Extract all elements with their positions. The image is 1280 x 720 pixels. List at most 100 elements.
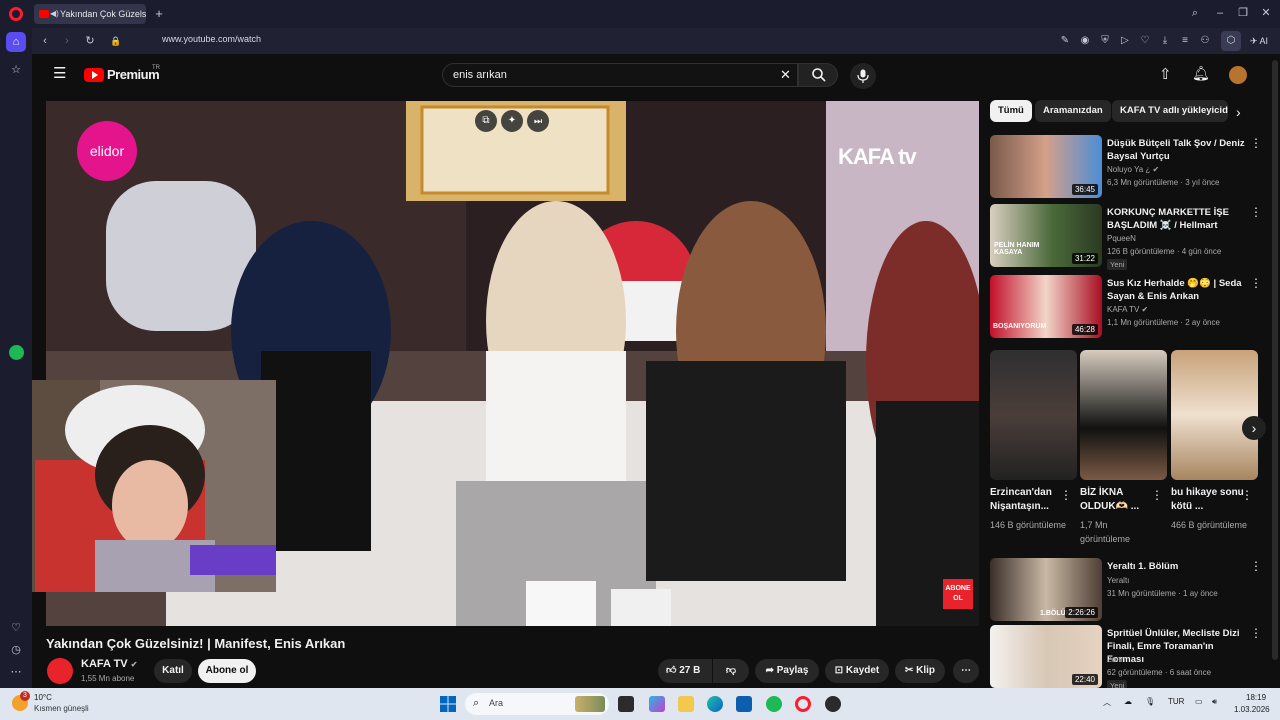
more-dots-icon[interactable]: ⋯: [9, 665, 23, 679]
spotify-icon[interactable]: [9, 345, 24, 360]
list-item[interactable]: 1.BÖLÜM 2:26:26 Yeraltı 1. Bölüm Yeraltı …: [990, 558, 1280, 622]
account-avatar[interactable]: [1229, 66, 1247, 84]
forward-icon[interactable]: ›: [60, 34, 74, 48]
rec-channel: Zann: [1107, 655, 1126, 664]
tray-app-icon[interactable]: ☁: [1124, 697, 1132, 706]
subscribe-button[interactable]: Abone ol: [198, 659, 256, 683]
heart-outline-icon[interactable]: ♡: [1138, 34, 1152, 48]
more-actions-button[interactable]: ⋯: [953, 659, 979, 683]
more-vert-icon[interactable]: ⋮: [1250, 206, 1262, 218]
channel-avatar[interactable]: [47, 658, 73, 684]
search-tabs-icon[interactable]: ⌕: [1188, 6, 1202, 20]
channel-name[interactable]: KAFA TV ✔: [81, 658, 137, 670]
ai-button[interactable]: ✈ AI: [1250, 31, 1278, 51]
list-item[interactable]: BOŞANIYORUM 46:28 Sus Kız Herhalde 🤭😳 | S…: [990, 275, 1280, 339]
short-title[interactable]: bu hikaye sonu kötü ...: [1171, 486, 1247, 514]
chip-from-uploader[interactable]: KAFA TV adlı yükleyiciden: [1112, 100, 1228, 122]
back-icon[interactable]: ‹: [38, 34, 52, 48]
menu-lines-icon[interactable]: ≡: [1178, 34, 1192, 48]
short-thumbnail[interactable]: [990, 350, 1077, 480]
shorts-next-button[interactable]: ›: [1242, 416, 1266, 440]
volume-icon[interactable]: 🔊︎: [1212, 697, 1217, 707]
opera-menu-icon[interactable]: [9, 7, 23, 21]
share-button[interactable]: ➦ Paylaş: [755, 659, 819, 683]
bookmark-star-icon[interactable]: ☆: [9, 63, 23, 77]
dislike-button[interactable]: 👎︎: [713, 659, 749, 683]
reload-icon[interactable]: ↻: [83, 34, 97, 48]
skip-icon[interactable]: ⏭: [527, 110, 549, 132]
edge-icon[interactable]: [707, 696, 723, 712]
video-thumbnail: 1.BÖLÜM 2:26:26: [990, 558, 1102, 621]
copilot-icon[interactable]: [649, 696, 665, 712]
task-view-icon[interactable]: [618, 696, 634, 712]
download-icon[interactable]: ⤓: [1158, 34, 1172, 48]
short-thumbnail[interactable]: [1080, 350, 1167, 480]
list-item[interactable]: PELİN HANIM KASAYA 31:22 KORKUNÇ MARKETTE…: [990, 204, 1280, 270]
like-button[interactable]: 👍︎ 27 B: [658, 659, 712, 683]
page-scrollbar[interactable]: [1272, 60, 1278, 660]
sparkle-icon[interactable]: ✦: [501, 110, 523, 132]
app-taskbar-icon[interactable]: [825, 696, 841, 712]
tray-overflow-icon[interactable]: ︿: [1103, 697, 1111, 708]
more-vert-icon[interactable]: ⋮: [1060, 489, 1072, 501]
clock-date[interactable]: 1.03.2026: [1234, 705, 1270, 714]
heart-icon[interactable]: ♡: [9, 621, 23, 635]
maximize-icon[interactable]: ❐: [1236, 6, 1250, 20]
chip-all[interactable]: Tümü: [990, 100, 1032, 122]
minimize-icon[interactable]: –: [1213, 6, 1227, 20]
short-title[interactable]: Erzincan'dan Nişantaşın...: [990, 486, 1066, 514]
spotify-taskbar-icon[interactable]: [766, 696, 782, 712]
clear-search-icon[interactable]: ✕: [780, 67, 791, 83]
tray-mic-icon[interactable]: 🎙︎: [1145, 697, 1155, 706]
profile-icon[interactable]: ⚇: [1198, 34, 1212, 48]
short-thumbnail[interactable]: [1171, 350, 1258, 480]
shield-icon[interactable]: ⛨: [1098, 34, 1112, 48]
opera-taskbar-icon[interactable]: [795, 696, 811, 712]
url-field[interactable]: www.youtube.com/watch: [162, 34, 261, 44]
clock-time[interactable]: 18:19: [1246, 693, 1266, 702]
clip-button[interactable]: ✂ Klip: [895, 659, 945, 683]
network-icon[interactable]: ▭: [1195, 697, 1203, 706]
extensions-icon[interactable]: ⬡: [1221, 31, 1241, 51]
camera-icon[interactable]: ◉: [1078, 34, 1092, 48]
more-vert-icon[interactable]: ⋮: [1250, 627, 1262, 639]
notifications-bell-icon[interactable]: 🔔︎: [1192, 65, 1210, 82]
youtube-logo-icon[interactable]: [84, 68, 104, 82]
save-button[interactable]: ⊡ Kaydet: [825, 659, 889, 683]
close-window-icon[interactable]: ✕: [1259, 6, 1273, 20]
more-vert-icon[interactable]: ⋮: [1250, 560, 1262, 572]
speaker-icon[interactable]: ◀): [50, 4, 59, 24]
voice-search-button[interactable]: [850, 63, 876, 89]
more-vert-icon[interactable]: ⋮: [1241, 489, 1253, 501]
new-tab-icon[interactable]: +: [152, 7, 166, 21]
input-language[interactable]: TUR: [1168, 697, 1184, 706]
start-button[interactable]: [440, 696, 456, 712]
history-clock-icon[interactable]: ◷: [9, 643, 23, 657]
rec-channel: PqueeN: [1107, 234, 1136, 243]
hamburger-menu-icon[interactable]: ☰: [53, 66, 66, 81]
more-vert-icon[interactable]: ⋮: [1250, 277, 1262, 289]
list-item[interactable]: 36:45 Düşük Bütçeli Talk Şov / Deniz Bay…: [990, 135, 1280, 199]
weather-widget[interactable]: 3 10°C Kısmen güneşli: [12, 691, 122, 715]
upload-icon[interactable]: ⇧: [1159, 65, 1172, 83]
search-icon: [812, 68, 826, 82]
store-icon[interactable]: [736, 696, 752, 712]
search-button[interactable]: [798, 63, 838, 87]
join-button[interactable]: Katıl: [154, 659, 192, 683]
chips-next-icon[interactable]: ›: [1236, 104, 1241, 120]
youtube-page: ☰ Premium TR enis arıkan ✕ ⇧ 🔔︎ elidor K…: [32, 54, 1280, 688]
short-title[interactable]: BİZ İKNA OLDUK🫶🏻 ...: [1080, 486, 1156, 514]
browser-tab[interactable]: ◀) Yakından Çok Güzelsi: [34, 4, 146, 24]
file-explorer-icon[interactable]: [678, 696, 694, 712]
chip-from-search[interactable]: Aramanızdan: [1035, 100, 1111, 122]
miniplayer-icon[interactable]: ⧉: [475, 110, 497, 132]
home-icon[interactable]: ⌂: [6, 32, 26, 52]
more-vert-icon[interactable]: ⋮: [1151, 489, 1163, 501]
taskbar-search-box[interactable]: ⌕ Ara: [465, 693, 609, 715]
player-icon[interactable]: ▷: [1118, 34, 1132, 48]
list-item[interactable]: 22:40 Spritüel Ünlüler, Mecliste Dizi Fi…: [990, 625, 1280, 688]
more-vert-icon[interactable]: ⋮: [1250, 137, 1262, 149]
search-input[interactable]: enis arıkan: [442, 63, 798, 87]
edit-icon[interactable]: ✎: [1058, 34, 1072, 48]
taskbar-search-icon: ⌕: [473, 697, 480, 709]
